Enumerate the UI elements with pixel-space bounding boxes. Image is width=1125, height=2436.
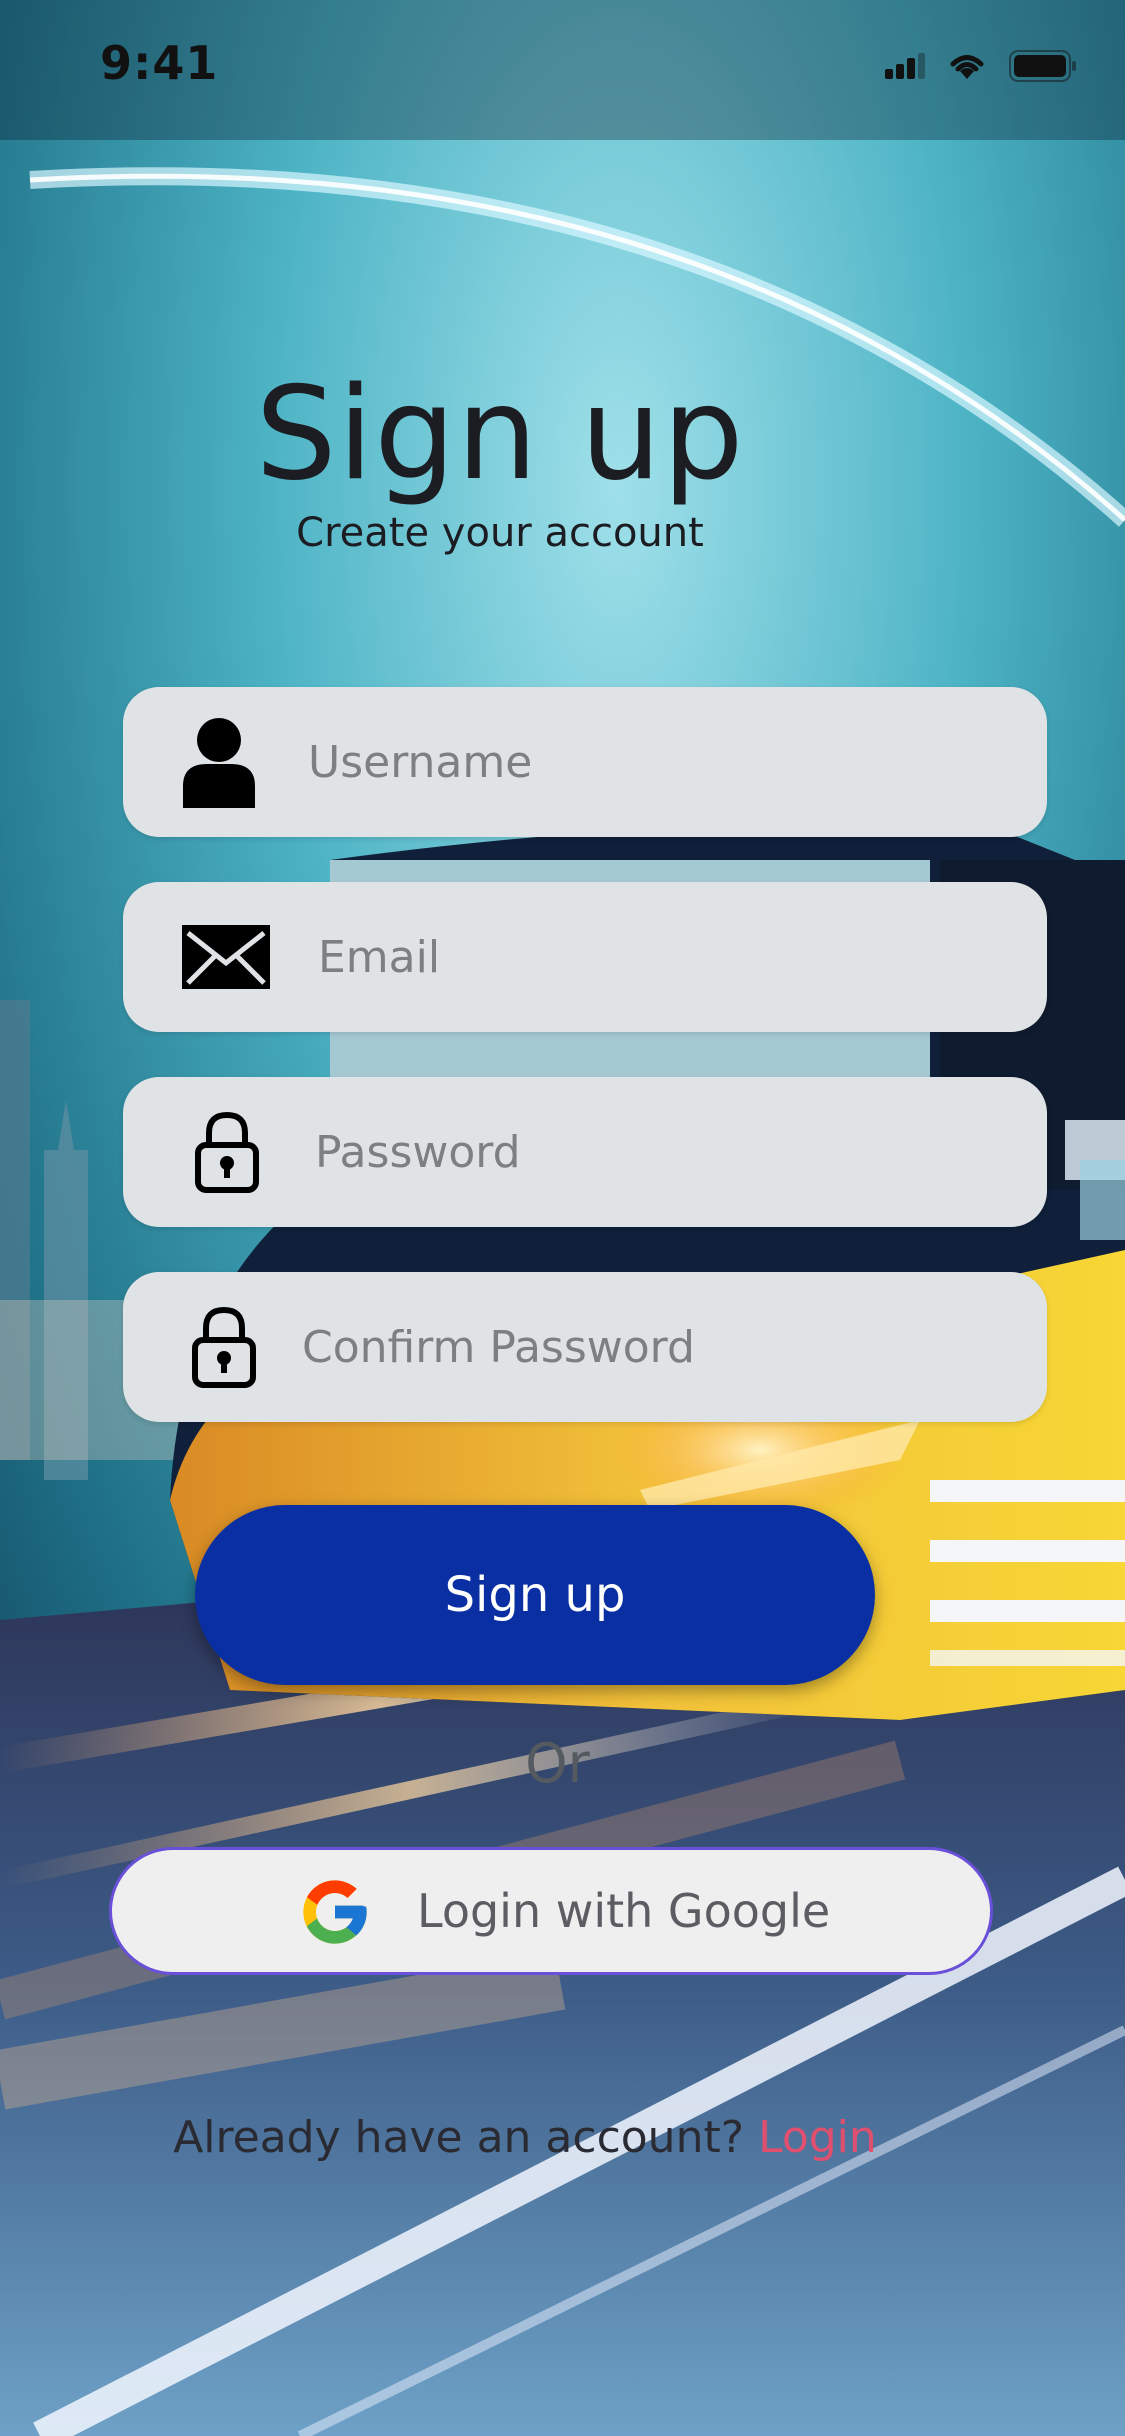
- already-account-prompt: Already have an account?: [173, 2112, 745, 2163]
- login-link[interactable]: Login: [758, 2112, 877, 2163]
- status-icons: [885, 50, 1077, 82]
- google-icon: [303, 1880, 367, 1944]
- status-bar: 9:41: [0, 0, 1125, 132]
- lock-icon: [195, 1111, 259, 1193]
- battery-icon: [1009, 50, 1076, 82]
- username-field[interactable]: [123, 687, 1047, 837]
- status-time: 9:41: [100, 36, 219, 90]
- username-input[interactable]: [306, 687, 1010, 837]
- confirm-password-input[interactable]: [300, 1272, 1004, 1422]
- mail-icon: [182, 925, 270, 989]
- or-divider: Or: [525, 1732, 590, 1795]
- password-field[interactable]: [123, 1077, 1047, 1227]
- page-subtitle: Create your account: [296, 510, 704, 556]
- password-input[interactable]: [313, 1077, 1017, 1227]
- confirm-password-field[interactable]: [123, 1272, 1047, 1422]
- user-icon: [183, 718, 255, 808]
- email-field[interactable]: [123, 882, 1047, 1032]
- signup-button[interactable]: Sign up: [195, 1505, 875, 1685]
- page-title: Sign up: [255, 360, 745, 509]
- google-login-label: Login with Google: [417, 1884, 831, 1938]
- already-account-text: Already have an account? Login: [0, 2112, 1050, 2163]
- google-login-button[interactable]: Login with Google: [109, 1847, 993, 1975]
- email-input[interactable]: [316, 882, 1020, 1032]
- lock-icon: [192, 1306, 256, 1388]
- wifi-icon: [950, 55, 984, 79]
- signal-icon: [885, 53, 925, 79]
